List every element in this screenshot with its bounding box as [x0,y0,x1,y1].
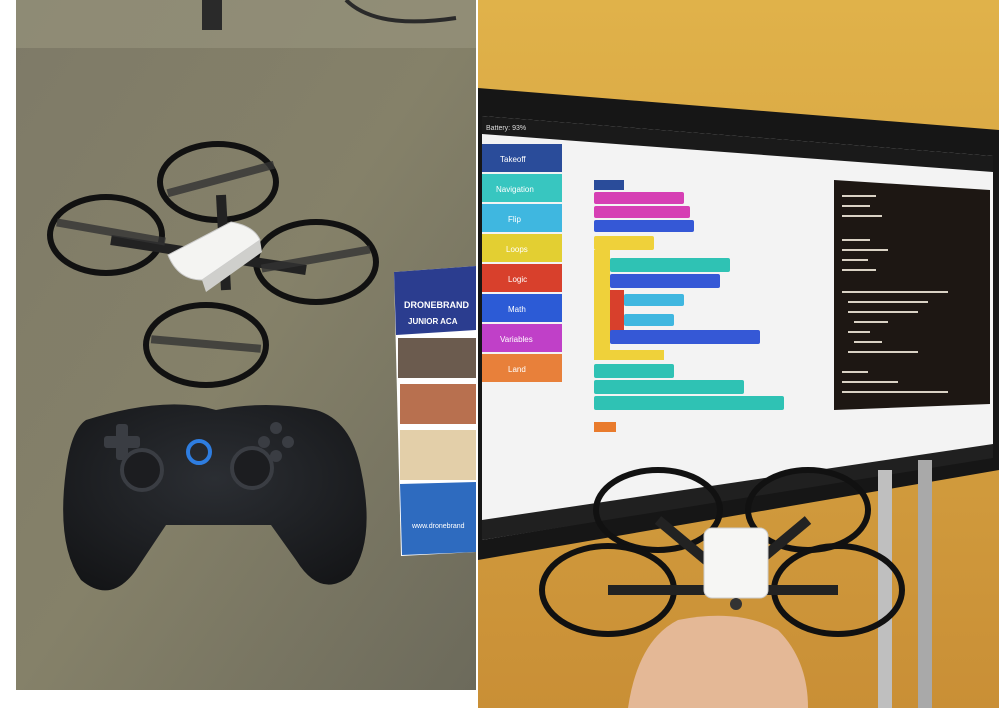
category-logic: Logic [508,275,527,284]
category-variables: Variables [500,335,533,344]
drone-table-illustration: DRONEBRAND JUNIOR ACA www.dronebrand [16,0,476,690]
right-stick [230,446,274,490]
battery-status: Battery: 93% [486,125,526,132]
category-takeoff: Takeoff [500,155,526,164]
tv-stand [878,470,892,708]
photo-block-coding-screen: Battery: 93% Takeoff Navigation Flip Loo… [478,0,999,708]
camera-lens [730,598,742,610]
category-loops: Loops [506,245,528,254]
photo-drone-and-gamepad: DRONEBRAND JUNIOR ACA www.dronebrand [16,0,476,690]
left-stick [120,448,164,492]
code-panel [834,180,990,410]
category-flip: Flip [508,215,521,224]
screen-scene: Battery: 93% Takeoff Navigation Flip Loo… [478,0,999,708]
cable [202,0,222,30]
flyer-subtitle: JUNIOR ACA [408,317,458,326]
flyer: DRONEBRAND JUNIOR ACA www.dronebrand [394,266,476,556]
flyer-brand: DRONEBRAND [404,300,470,310]
category-land: Land [508,365,526,374]
flyer-url: www.dronebrand [411,523,465,530]
category-navigation: Navigation [496,185,534,194]
category-math: Math [508,305,526,314]
table-edge [16,0,476,48]
held-drone-body [703,527,769,599]
